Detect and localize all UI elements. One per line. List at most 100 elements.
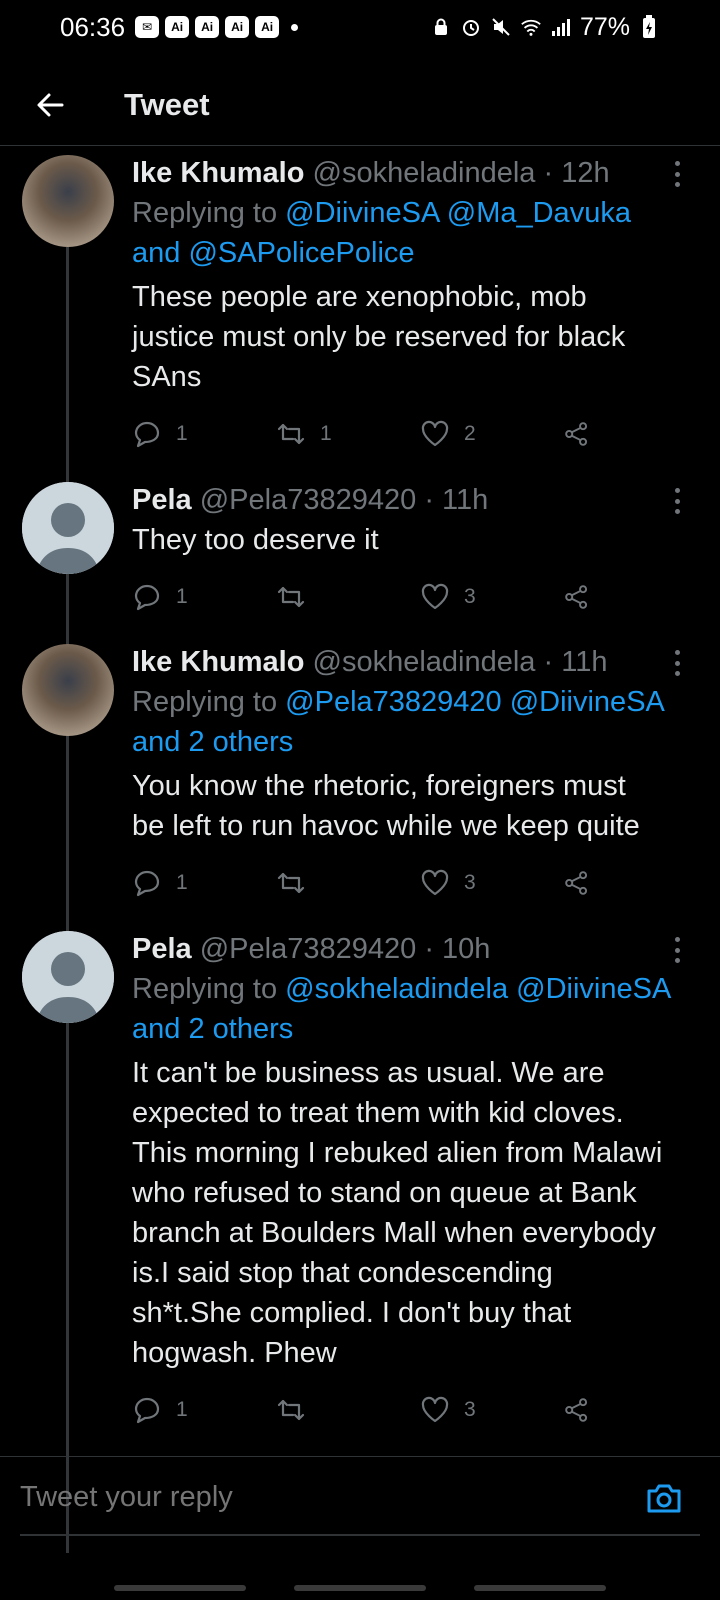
retweet-icon (277, 872, 305, 894)
share-button[interactable] (564, 868, 604, 898)
more-notifications-dot (291, 23, 299, 31)
wifi-icon (520, 16, 542, 38)
camera-icon (647, 1484, 681, 1512)
author-name[interactable]: Ike Khumalo (132, 646, 304, 678)
retweet-count: 1 (320, 422, 332, 445)
reply-button[interactable]: 1 (132, 868, 276, 898)
like-button[interactable]: 2 (420, 419, 564, 449)
share-button[interactable] (564, 419, 604, 449)
mention-link[interactable]: and @SAPolicePolice (132, 237, 415, 269)
tweet-meta: Pela @Pela73829420 · 11h (132, 484, 489, 516)
tweet-meta: Ike Khumalo @sokheladindela · 12h (132, 157, 610, 189)
retweet-button[interactable] (276, 582, 420, 612)
author-handle[interactable]: @sokheladindela (313, 646, 536, 678)
like-count: 3 (464, 585, 476, 608)
avatar[interactable] (22, 482, 114, 574)
default-avatar-icon (22, 931, 114, 1023)
tweet-time: 11h (442, 484, 489, 516)
tweet-text: You know the rhetoric, foreigners must b… (132, 770, 640, 842)
replying-to: Replying to @sokheladindela @DiivineSA a… (132, 973, 672, 1045)
app-badge: Ai (255, 16, 280, 38)
more-icon[interactable] (672, 650, 682, 676)
reply-thread: Ike Khumalo @sokheladindela · 12h Replyi… (0, 147, 720, 1553)
author-name[interactable]: Ike Khumalo (132, 157, 304, 189)
like-count: 3 (464, 1398, 476, 1421)
like-count: 2 (464, 422, 476, 445)
reply-input[interactable] (20, 1481, 620, 1514)
author-handle[interactable]: @Pela73829420 (200, 484, 417, 516)
share-button[interactable] (564, 582, 604, 612)
share-icon (565, 1398, 588, 1422)
back-button[interactable] (20, 75, 80, 135)
mention-link[interactable]: and 2 others (132, 1013, 293, 1045)
more-icon[interactable] (672, 937, 682, 963)
battery-percentage: 77% (579, 12, 630, 41)
app-badge: Ai (195, 16, 220, 38)
page-title: Tweet (124, 86, 210, 122)
camera-button[interactable] (644, 1478, 684, 1518)
mention-link[interactable]: @Pela73829420 @DiivineSA (285, 686, 665, 718)
retweet-button[interactable] (276, 868, 420, 898)
retweet-icon (277, 423, 305, 445)
reply-icon (134, 870, 160, 897)
avatar[interactable] (22, 931, 114, 1023)
share-icon (565, 585, 588, 609)
home-button[interactable] (294, 1585, 426, 1591)
more-icon[interactable] (672, 161, 682, 187)
retweet-icon (277, 586, 305, 608)
app-badge: Ai (165, 16, 190, 38)
like-button[interactable]: 3 (420, 868, 564, 898)
tweet-text: It can't be business as usual. We are ex… (132, 1057, 663, 1369)
recents-button[interactable] (114, 1585, 246, 1591)
tweet-actions: 1 3 (132, 846, 690, 920)
like-icon (421, 420, 449, 447)
replying-to: Replying to @Pela73829420 @DiivineSA and… (132, 686, 665, 758)
tweet[interactable]: Ike Khumalo @sokheladindela · 12h Replyi… (0, 147, 720, 474)
tweet-actions: 1 3 (132, 1373, 690, 1447)
reply-button[interactable]: 1 (132, 582, 276, 612)
tweet-time: 12h (561, 157, 610, 189)
share-icon (565, 871, 588, 895)
default-avatar-icon (22, 482, 114, 574)
reply-count: 1 (176, 1398, 188, 1421)
tweet[interactable]: Pela @Pela73829420 · 10h Replying to @so… (0, 923, 720, 1448)
top-app-bar: Tweet (0, 64, 720, 146)
reply-count: 1 (176, 422, 188, 445)
app-badge: Ai (225, 16, 250, 38)
like-icon (421, 869, 449, 896)
like-button[interactable]: 3 (420, 582, 564, 612)
like-icon (421, 583, 449, 610)
tweet[interactable]: Pela @Pela73829420 · 11h They too deserv… (0, 474, 720, 636)
share-button[interactable] (564, 1395, 604, 1425)
avatar[interactable] (22, 644, 114, 736)
mention-link[interactable]: @sokheladindela @DiivineSA (285, 973, 671, 1005)
more-icon[interactable] (672, 488, 682, 514)
avatar[interactable] (22, 155, 114, 247)
like-button[interactable]: 3 (420, 1395, 564, 1425)
like-icon (421, 1396, 449, 1423)
author-name[interactable]: Pela (132, 933, 192, 965)
status-time: 06:36 (60, 11, 126, 42)
tweet-text: These people are xenophobic, mob justice… (132, 281, 626, 393)
reply-button[interactable]: 1 (132, 419, 276, 449)
tweet-meta: Ike Khumalo @sokheladindela · 11h (132, 646, 608, 678)
author-handle[interactable]: @sokheladindela (313, 157, 536, 189)
share-icon (565, 422, 588, 446)
author-name[interactable]: Pela (132, 484, 192, 516)
mute-icon (490, 16, 512, 38)
tweet[interactable]: Ike Khumalo @sokheladindela · 11h Replyi… (0, 636, 720, 923)
signal-icon (550, 16, 572, 38)
tweet-text: They too deserve it (132, 524, 379, 556)
system-nav-bar (0, 1576, 720, 1600)
reply-icon (134, 584, 160, 611)
reply-divider (20, 1534, 700, 1536)
alarm-icon (460, 16, 482, 38)
mention-link[interactable]: @DiivineSA @Ma_Davuka (285, 197, 631, 229)
author-handle[interactable]: @Pela73829420 (200, 933, 417, 965)
reply-button[interactable]: 1 (132, 1395, 276, 1425)
back-nav-button[interactable] (474, 1585, 606, 1591)
like-count: 3 (464, 871, 476, 894)
mention-link[interactable]: and 2 others (132, 726, 293, 758)
retweet-button[interactable] (276, 1395, 420, 1425)
retweet-button[interactable]: 1 (276, 419, 420, 449)
